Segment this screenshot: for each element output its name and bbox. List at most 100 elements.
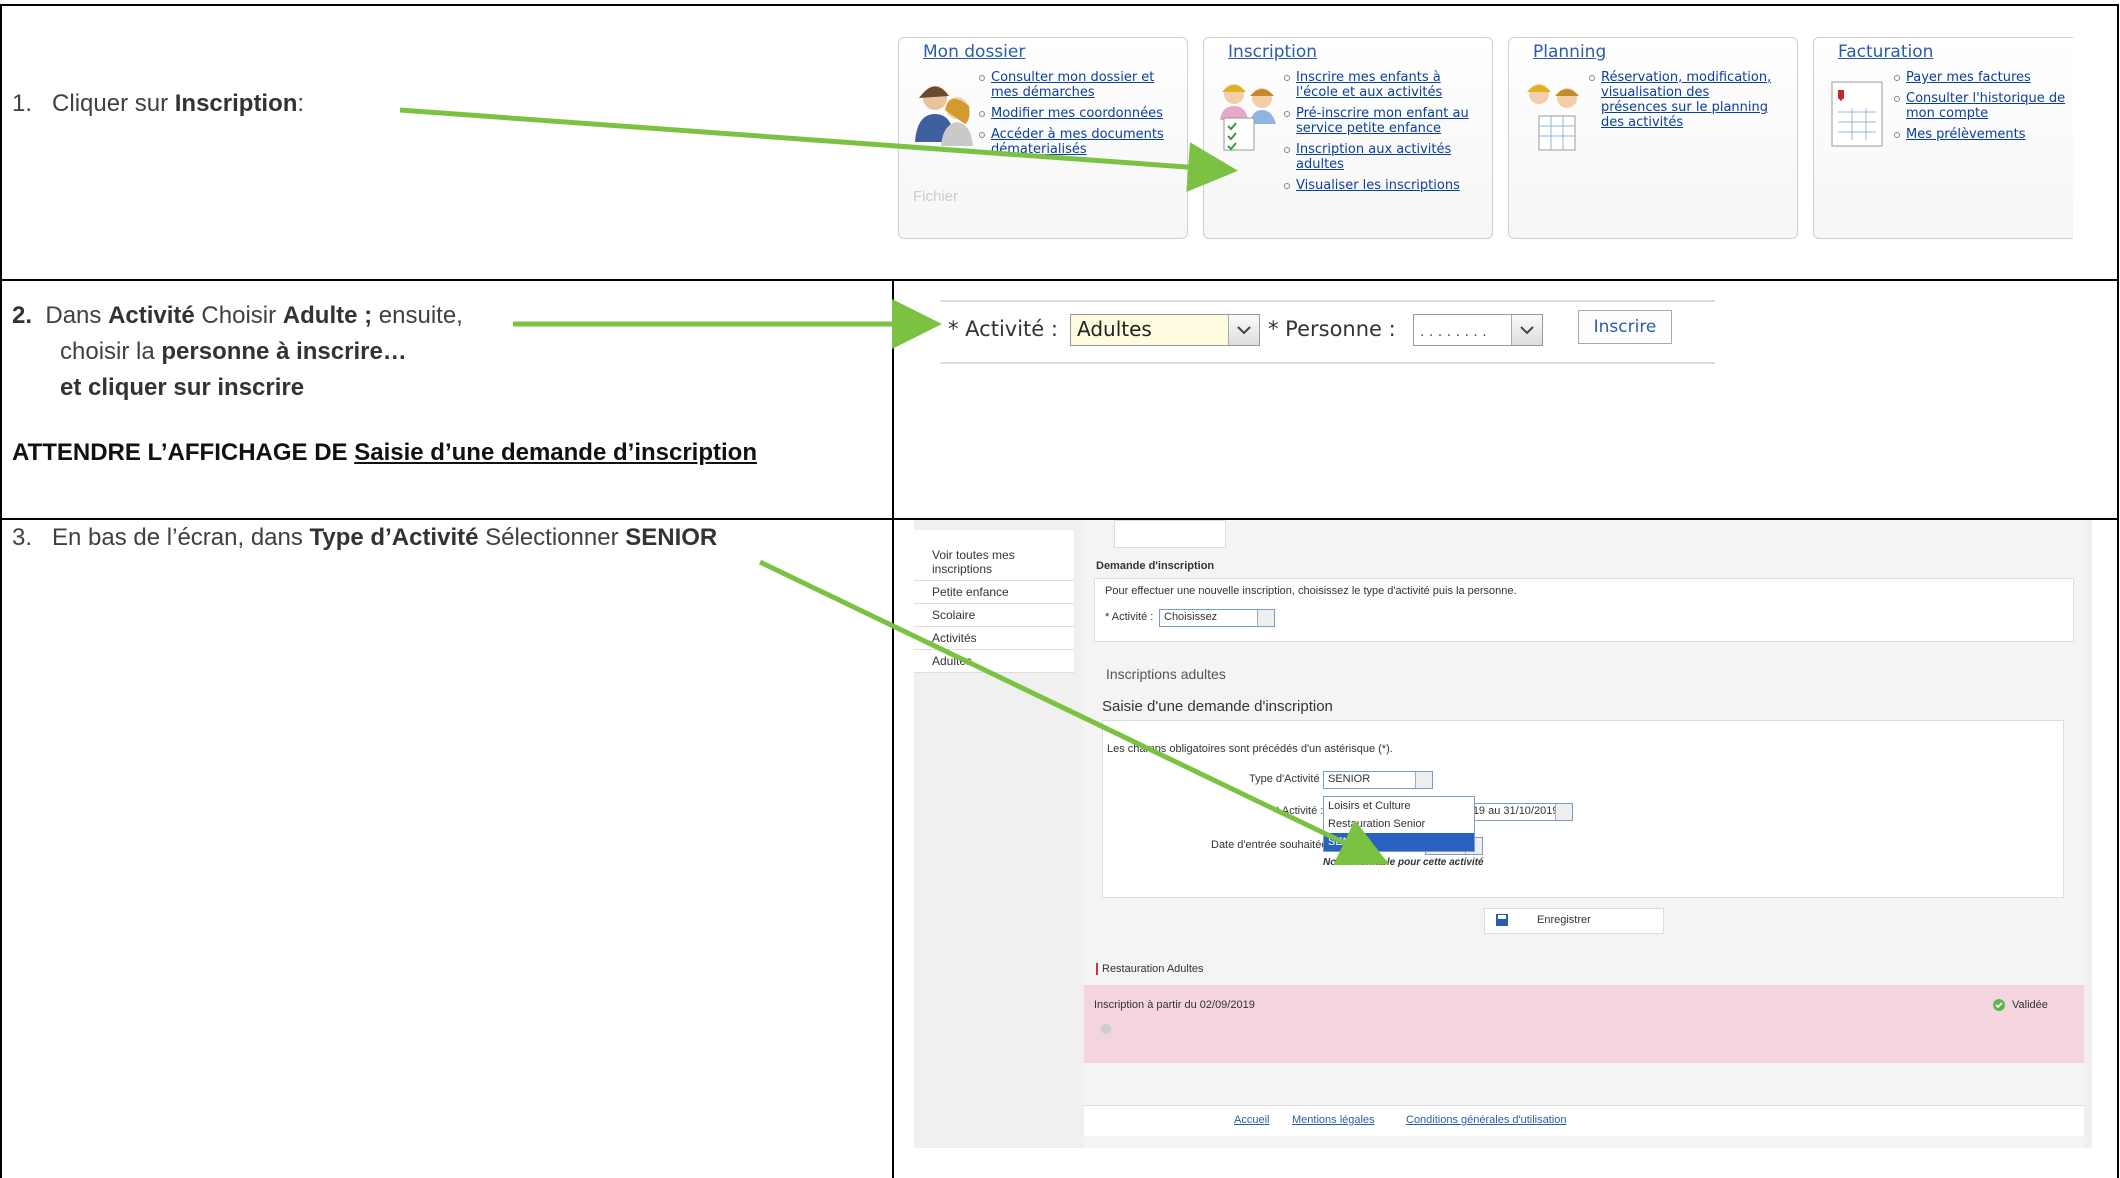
panel-mon-dossier: Mon dossier Consulter mon dossier et mes…	[898, 37, 1188, 239]
enregistrer-button[interactable]: Enregistrer	[1484, 908, 1664, 934]
wait-instruction: ATTENDRE L’AFFICHAGE DE Saisie d’une dem…	[12, 439, 757, 467]
sidebar-item-scolaire[interactable]: Scolaire	[914, 604, 1074, 627]
step-2-l1a: Dans	[45, 302, 109, 329]
option-senior[interactable]: SENIOR	[1324, 833, 1474, 851]
chevron-down-icon[interactable]	[1228, 315, 1259, 345]
chevron-down-icon[interactable]	[1511, 315, 1542, 345]
step-1-text: 1. Cliquer sur Inscription:	[12, 86, 304, 122]
panel-title[interactable]: Facturation	[1838, 42, 1933, 62]
invoice-icon	[1831, 81, 1883, 147]
sidebar-item-activites[interactable]: Activités	[914, 627, 1074, 650]
panel-title[interactable]: Planning	[1533, 42, 1606, 62]
nav-link[interactable]: Mes prélèvements	[1894, 127, 2073, 142]
wait-text: ATTENDRE L’AFFICHAGE DE	[12, 439, 355, 466]
panel-title[interactable]: Mon dossier	[923, 42, 1025, 62]
type-activite-select[interactable]: SENIOR	[1323, 771, 1433, 789]
nav-link[interactable]: Réservation, modification, visualisation…	[1589, 70, 1779, 130]
top-rule	[940, 300, 1715, 302]
panel-planning: Planning Réservation, modification, visu…	[1508, 37, 1798, 239]
wait-target: Saisie d’une demande d’inscription	[354, 439, 757, 466]
sidebar-item-all[interactable]: Voir toutes mes inscriptions	[914, 530, 1074, 581]
nav-link[interactable]: Modifier mes coordonnées	[979, 106, 1169, 121]
personne-label: * Personne :	[1268, 317, 1396, 341]
panel-facturation: Facturation Payer mes factures Consulter…	[1813, 37, 2073, 239]
save-icon	[1496, 914, 1508, 926]
activite-label-small: * Activité :	[1105, 611, 1154, 623]
option-restauration-senior[interactable]: Restauration Senior	[1324, 815, 1474, 833]
validee-status: Validée	[2012, 999, 2048, 1011]
footer-link-accueil[interactable]: Accueil	[1234, 1114, 1269, 1126]
restauration-card: Inscription à partir du 02/09/2019 Valid…	[1084, 985, 2084, 1063]
step-2-l1e: ensuite,	[372, 302, 463, 329]
inscription-form-screenshot: Voir toutes mes inscriptions Petite enfa…	[914, 520, 2092, 1148]
activite-select[interactable]: Adultes	[1070, 314, 1260, 346]
sidebar: Voir toutes mes inscriptions Petite enfa…	[914, 530, 1074, 673]
nav-link[interactable]: Pré-inscrire mon enfant au service petit…	[1284, 106, 1474, 136]
info-icon[interactable]	[1100, 1023, 1112, 1035]
non-modifiable-note: Non modifiable pour cette activité	[1323, 857, 1484, 868]
footer-link-conditions[interactable]: Conditions générales d'utilisation	[1406, 1114, 1566, 1126]
sidebar-item-adultes[interactable]: Adultes	[914, 650, 1074, 673]
step-1-number: 1.	[12, 90, 33, 117]
users-icon	[915, 86, 973, 146]
form-bar-screenshot: * Activité : Adultes * Personne : . . . …	[940, 300, 1715, 372]
step-3-c: Sélectionner	[478, 524, 626, 551]
option-loisirs[interactable]: Loisirs et Culture	[1324, 797, 1474, 815]
step-2-l2a: choisir la	[60, 338, 162, 365]
step-2-number: 2.	[12, 302, 33, 329]
step-3-number: 3.	[12, 524, 33, 551]
tab-stub	[1114, 520, 1226, 548]
step-2-l1d: Adulte ;	[282, 302, 373, 329]
personne-select[interactable]: . . . . . . . .	[1413, 314, 1543, 346]
inscriptions-adultes-heading: Inscriptions adultes	[1106, 666, 1226, 682]
demande-box: Pour effectuer une nouvelle inscription,…	[1094, 578, 2074, 642]
activite2-label: * Activité :	[1275, 805, 1324, 817]
step-3-text: 3. En bas de l’écran, dans Type d’Activi…	[12, 520, 717, 556]
bottom-rule	[940, 362, 1715, 364]
type-activite-label: Type d'Activité :	[1249, 773, 1326, 785]
step-1-text-a: Cliquer sur	[52, 90, 175, 117]
instruction-document: 1. Cliquer sur Inscription: Mon dossier …	[0, 0, 2120, 1178]
children-checklist-icon	[1220, 84, 1276, 151]
activite-value: Adultes	[1077, 317, 1152, 341]
step-1-text-b: :	[297, 90, 305, 117]
type-activite-value: SENIOR	[1328, 773, 1371, 785]
check-circle-icon	[1993, 999, 2005, 1011]
nav-link[interactable]: Inscrire mes enfants à l'école et aux ac…	[1284, 70, 1474, 100]
activite-choisissez-select[interactable]: Choisissez	[1159, 609, 1275, 627]
faded-text: Fichier	[913, 188, 959, 205]
step-2-l1b: Activité	[108, 302, 195, 329]
nav-link[interactable]: Payer mes factures	[1894, 70, 2073, 85]
step-3-d: SENIOR	[625, 524, 718, 551]
panel-title[interactable]: Inscription	[1228, 42, 1317, 62]
footer-link-mentions[interactable]: Mentions légales	[1292, 1114, 1375, 1126]
chevron-down-icon[interactable]	[1555, 804, 1572, 820]
step-3-b: Type d’Activité	[309, 524, 479, 551]
enregistrer-label: Enregistrer	[1537, 914, 1591, 926]
panel-inscription: Inscription Inscrire mes enfants à l'éco…	[1203, 37, 1493, 239]
main-content: Demande d'inscription Pour effectuer une…	[1084, 520, 2084, 1148]
footer: Accueil Mentions légales Conditions géné…	[1084, 1105, 2084, 1136]
type-activite-dropdown-list: Loisirs et Culture Restauration Senior S…	[1323, 796, 1475, 852]
nav-link[interactable]: Consulter mon dossier et mes démarches	[979, 70, 1169, 100]
step-2-l3: et cliquer sur inscrire	[60, 374, 305, 401]
saisie-title: Saisie d'une demande d'inscription	[1102, 698, 1333, 715]
step-1-bold: Inscription	[174, 90, 298, 117]
chevron-down-icon[interactable]	[1257, 610, 1274, 626]
personne-value: . . . . . . . .	[1420, 324, 1487, 340]
demande-title: Demande d'inscription	[1096, 560, 1215, 572]
nav-link[interactable]: Accéder à mes documents dématerialisés	[979, 127, 1169, 157]
sidebar-item-petite-enfance[interactable]: Petite enfance	[914, 581, 1074, 604]
activite-choisissez-value: Choisissez	[1164, 611, 1218, 623]
saisie-box: Les champs obligatoires sont précédés d'…	[1102, 720, 2064, 898]
obligatoire-note: Les champs obligatoires sont précédés d'…	[1107, 743, 1393, 755]
nav-link[interactable]: Visualiser les inscriptions	[1284, 178, 1474, 193]
step-2-l2b: personne à inscrire…	[161, 338, 407, 365]
chevron-down-icon[interactable]	[1415, 772, 1432, 788]
planning-icon	[1527, 84, 1579, 151]
inscrire-button[interactable]: Inscrire	[1578, 310, 1672, 344]
demande-text: Pour effectuer une nouvelle inscription,…	[1105, 585, 1517, 597]
nav-link[interactable]: Inscription aux activités adultes	[1284, 142, 1474, 172]
inscription-partir: Inscription à partir du 02/09/2019	[1094, 999, 1255, 1011]
nav-link[interactable]: Consulter l'historique de mon compte	[1894, 91, 2073, 121]
